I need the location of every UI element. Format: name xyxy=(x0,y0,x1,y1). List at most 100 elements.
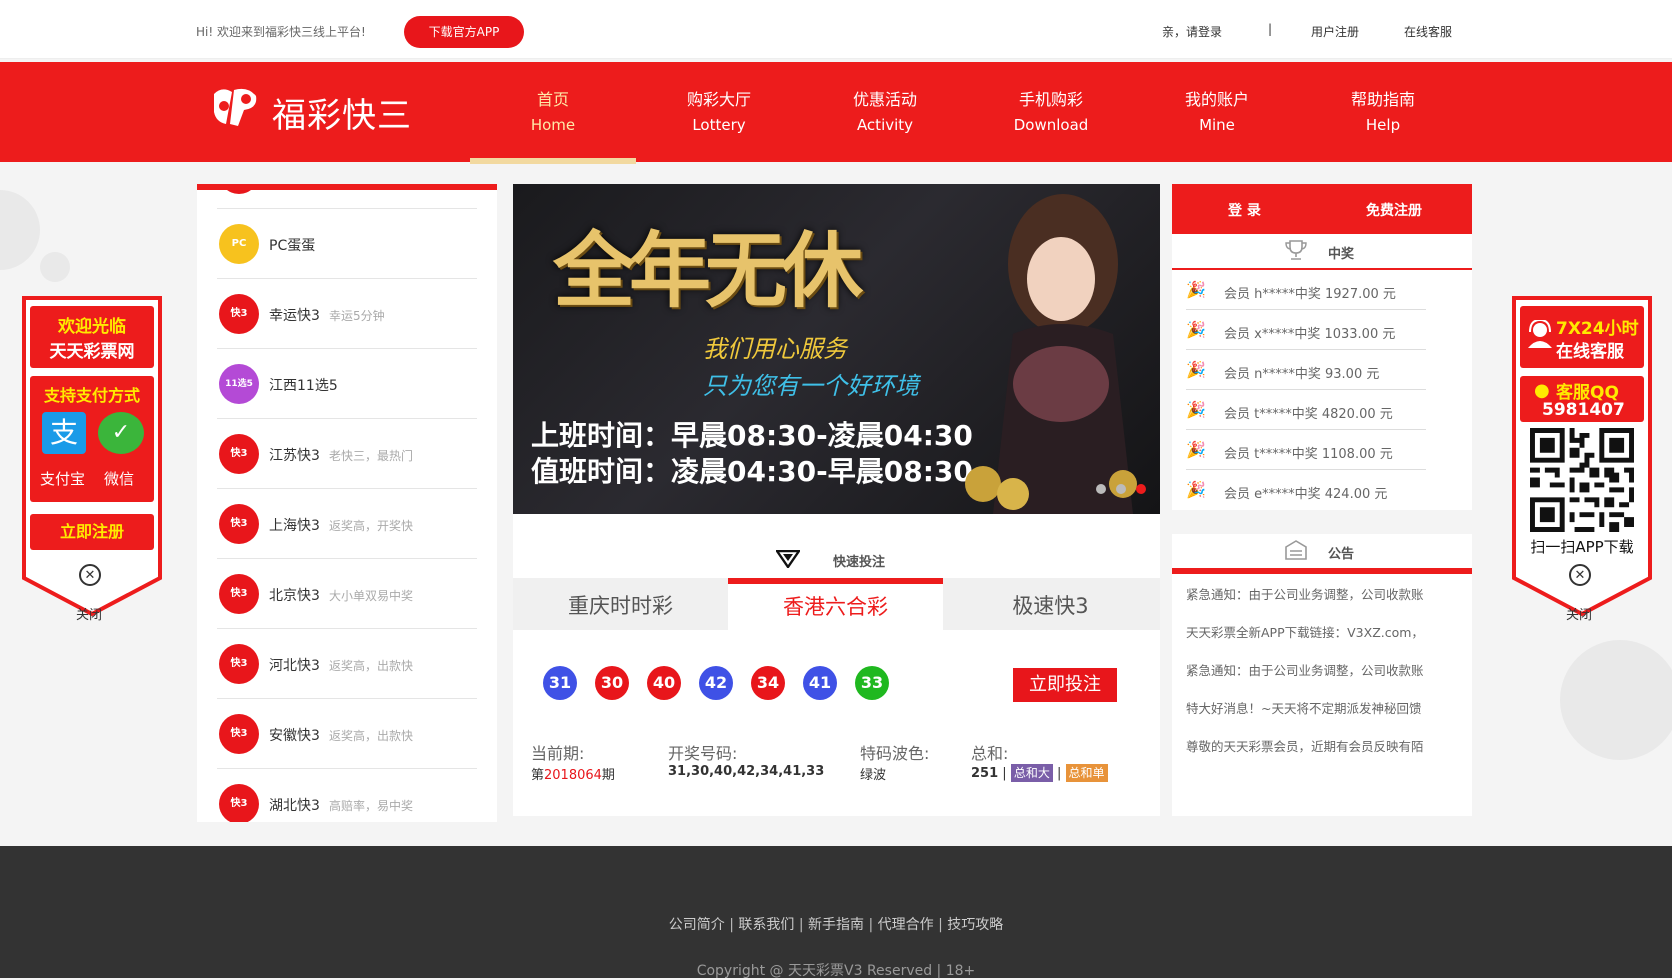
winner-text: 会员 n*****中奖 93.00 元 xyxy=(1224,367,1380,382)
wechat-icon: ✓ xyxy=(98,412,144,454)
footer-link-about[interactable]: 公司简介 xyxy=(669,917,725,933)
banner-slogan-2: 只为您有一个好环境 xyxy=(703,372,919,400)
period-suffix: 期 xyxy=(601,768,615,783)
free-register-button[interactable]: 免费注册 xyxy=(1366,200,1422,220)
promo-banner[interactable]: 全年无休 我们用心服务 只为您有一个好环境 上班时间：早晨08:30-凌晨04:… xyxy=(513,184,1160,514)
nav-mine[interactable]: 我的账户 Mine xyxy=(1134,62,1300,162)
banner-dot-active[interactable] xyxy=(1136,484,1146,494)
lottery-desc: 返奖高，出款快 xyxy=(329,729,414,743)
wechat-label: 微信 xyxy=(104,470,135,488)
nav-download[interactable]: 手机购彩 Download xyxy=(968,62,1134,162)
notice-header: 公告 xyxy=(1172,534,1472,574)
footer-links: 公司简介 | 联系我们 | 新手指南 | 代理合作 | 技巧攻略 xyxy=(0,914,1672,934)
11x5-icon: 11选5 xyxy=(219,364,259,404)
lottery-ball: 34 xyxy=(751,666,785,700)
sum-separator: | xyxy=(1056,766,1062,781)
bet-now-button[interactable]: 立即投注 xyxy=(1013,668,1117,702)
nav-lottery[interactable]: 购彩大厅 Lottery xyxy=(636,62,802,162)
list-item[interactable]: 快3 湖北快3 高赔率，易中奖 xyxy=(217,768,477,822)
banner-model-image xyxy=(965,194,1137,514)
register-link[interactable]: 用户注册 xyxy=(1311,23,1359,40)
top-separator: | xyxy=(1268,22,1273,36)
close-icon[interactable]: ✕ xyxy=(1569,564,1591,586)
footer-link-guide[interactable]: 新手指南 xyxy=(808,917,864,933)
party-popper-icon: 🎉 xyxy=(1186,360,1206,379)
lottery-desc: 返奖高，出款快 xyxy=(329,659,414,673)
trophy-icon xyxy=(1285,240,1307,260)
lottery-name: 幸运快3 xyxy=(269,308,320,324)
kuai3-icon: 快3 xyxy=(219,574,259,614)
nav-home[interactable]: 首页 Home xyxy=(470,62,636,164)
right-float-service[interactable]: 7X24小时 在线客服 xyxy=(1520,306,1644,368)
list-item[interactable]: 快3 xyxy=(217,190,477,209)
online-service-link[interactable]: 在线客服 xyxy=(1404,23,1452,40)
right-float-close-label[interactable]: 关闭 xyxy=(1566,604,1592,623)
fucai-logo-icon[interactable] xyxy=(208,84,260,130)
lottery-ball: 33 xyxy=(855,666,889,700)
copyright: Copyright @ 天天彩票V3 Reserved | 18+ xyxy=(696,963,976,979)
banner-dot[interactable] xyxy=(1095,484,1106,494)
download-app-button[interactable]: 下载官方APP xyxy=(404,16,524,48)
left-float-close-label[interactable]: 关闭 xyxy=(76,604,102,623)
quick-bet-title: 快速投注 xyxy=(833,555,886,570)
lottery-desc: 返奖高，开奖快 xyxy=(329,519,414,533)
lottery-ball: 31 xyxy=(543,666,577,700)
list-item[interactable]: 快3 安徽快3 返奖高，出款快 xyxy=(217,698,477,769)
kuai3-icon: 快3 xyxy=(219,714,259,754)
nav-activity-cn: 优惠活动 xyxy=(852,90,917,109)
nav-help[interactable]: 帮助指南 Help xyxy=(1300,62,1466,162)
notice-item[interactable]: 天天彩票全新APP下载链接：V3XZ.com， xyxy=(1186,622,1466,660)
left-float-payment: 支持支付方式 支 ✓ 支付宝 微信 xyxy=(30,376,154,502)
nav-mine-cn: 我的账户 xyxy=(1184,90,1249,109)
lottery-name: 北京快3 xyxy=(269,588,320,604)
tab-chongqing[interactable]: 重庆时时彩 xyxy=(513,578,728,630)
background-decoration xyxy=(0,190,40,270)
tab-jisu-kuai3[interactable]: 极速快3 xyxy=(943,578,1158,630)
notice-item[interactable]: 紧急通知：由于公司业务调整，公司收款账 xyxy=(1186,584,1466,622)
notice-title: 公告 xyxy=(1328,547,1355,562)
qq-icon: ● xyxy=(1534,380,1550,401)
list-item[interactable]: PC PC蛋蛋 xyxy=(217,208,477,279)
numbers-label: 开奖号码: xyxy=(668,744,738,763)
party-popper-icon: 🎉 xyxy=(1186,480,1206,499)
welcome-text: Hi! 欢迎来到福彩快三线上平台! xyxy=(196,25,366,39)
footer-link-agent[interactable]: 代理合作 xyxy=(878,917,934,933)
notice-item[interactable]: 尊敬的天天彩票会员，近期有会员反映有陌 xyxy=(1186,736,1466,774)
tab-hongkong[interactable]: 香港六合彩 xyxy=(728,578,943,636)
party-popper-icon: 🎉 xyxy=(1186,440,1206,459)
brand-name[interactable]: 福彩快三 xyxy=(272,88,412,137)
lottery-name: 安徽快3 xyxy=(269,728,320,744)
login-button[interactable]: 登 录 xyxy=(1228,200,1261,220)
footer-link-contact[interactable]: 联系我们 xyxy=(738,917,794,933)
list-item[interactable]: 快3 北京快3 大小单双易中奖 xyxy=(217,558,477,629)
winner-row: 🎉 会员 h*****中奖 1927.00 元 xyxy=(1186,270,1426,310)
list-item[interactable]: 快3 河北快3 返奖高，出款快 xyxy=(217,628,477,699)
nav-activity-en: Activity xyxy=(856,116,914,134)
alipay-label: 支付宝 xyxy=(40,470,86,488)
notice-item[interactable]: 紧急通知：由于公司业务调整，公司收款账 xyxy=(1186,660,1466,698)
list-item[interactable]: 快3 上海快3 返奖高，开奖快 xyxy=(217,488,477,559)
left-float-welcome-line2: 天天彩票网 xyxy=(49,342,135,362)
notice-item[interactable]: 特大好消息！~天天将不定期派发神秘回馈 xyxy=(1186,698,1466,736)
sum-big-badge: 总和大 xyxy=(1010,764,1053,782)
list-item[interactable]: 快3 江苏快3 老快三，最热门 xyxy=(217,418,477,489)
wave-label: 特码波色: xyxy=(860,744,930,763)
nav-activity[interactable]: 优惠活动 Activity xyxy=(802,62,968,162)
left-float-welcome[interactable]: 欢迎光临 天天彩票网 xyxy=(30,306,154,368)
list-item[interactable]: 快3 幸运快3 幸运5分钟 xyxy=(217,278,477,349)
nav-lottery-en: Lottery xyxy=(692,116,746,134)
list-item[interactable]: 11选5 江西11选5 xyxy=(217,348,477,419)
sum-label: 总和: xyxy=(971,744,1009,763)
lottery-ball: 41 xyxy=(803,666,837,700)
banner-title: 全年无休 xyxy=(553,223,863,319)
sum-separator: | xyxy=(1002,766,1007,781)
footer-link-tips[interactable]: 技巧攻略 xyxy=(947,917,1003,933)
qr-code-icon xyxy=(1530,428,1634,532)
left-float-register-button[interactable]: 立即注册 xyxy=(30,514,154,550)
winner-text: 会员 h*****中奖 1927.00 元 xyxy=(1224,287,1396,302)
banner-dot[interactable] xyxy=(1115,484,1126,494)
lottery-list: 快3 PC PC蛋蛋 快3 幸运快3 幸运5分钟 11选5 江西11选5 快3 … xyxy=(197,184,497,822)
right-float-qq[interactable]: ● 客服QQ 5981407 xyxy=(1520,376,1644,422)
close-icon[interactable]: ✕ xyxy=(79,564,101,586)
login-link[interactable]: 亲，请登录 xyxy=(1162,23,1222,40)
